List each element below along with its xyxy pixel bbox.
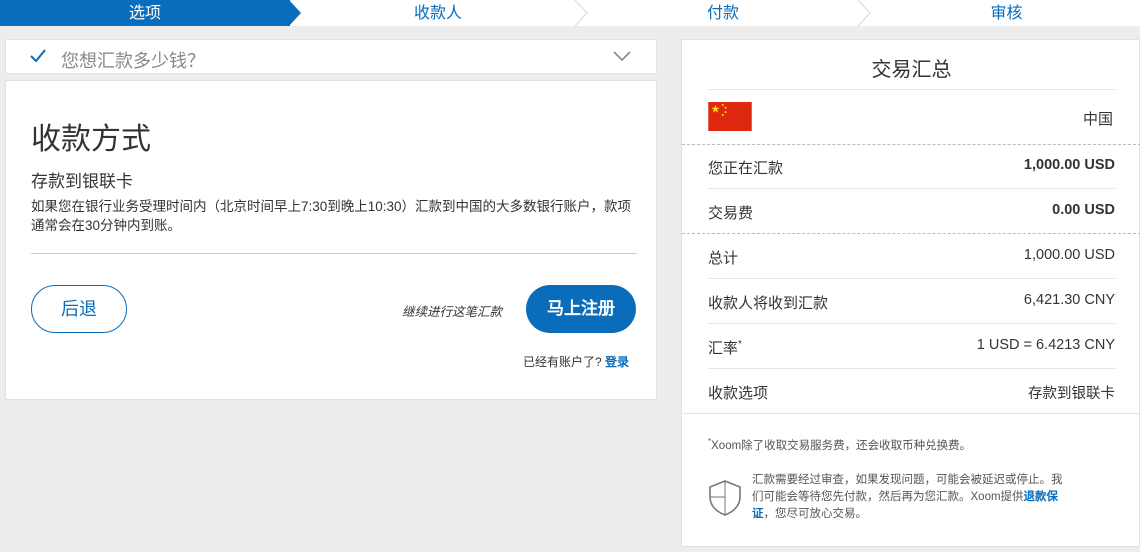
method-description: 如果您在银行业务受理时间内（北京时间早上7:30到晚上10:30）汇款到中国的大…	[31, 199, 632, 233]
has-account-text: 已经有账户了?	[523, 355, 602, 369]
continue-text: 继续进行这笔汇款	[402, 305, 503, 319]
summary-row-total: 总计 1,000.00 USD	[708, 247, 1115, 267]
checkmark-icon	[30, 49, 46, 63]
summary-row-option: 收款选项 存款到银联卡	[708, 385, 1115, 402]
method-name: 存款到银联卡	[31, 172, 133, 191]
step-arrow-icon	[857, 0, 871, 26]
step-review[interactable]: 审核	[873, 0, 1140, 26]
transaction-summary: 交易汇总 中国 您正在汇款 1,000.00 USD 交易费 0.00 USD …	[681, 39, 1140, 547]
back-button[interactable]: 后退	[31, 285, 127, 333]
login-prompt: 已经有账户了? 登录	[523, 353, 629, 370]
accordion-question: 您想汇款多少钱？	[61, 51, 205, 71]
login-link[interactable]: 登录	[605, 355, 629, 369]
refund-guarantee-text: 汇款需要经过审查，如果发现问题，可能会被延迟或停止。我们可能会等待您先付款，然后…	[752, 474, 1063, 520]
step-recipient[interactable]: 收款人	[303, 0, 573, 26]
step-payment[interactable]: 付款	[590, 0, 856, 26]
fee-footnote: *Xoom除了收取交易服务费，还会收取币种兑换费。	[708, 437, 972, 452]
china-flag-icon	[708, 102, 752, 131]
page-title: 收款方式	[31, 123, 151, 156]
progress-steps: 选项 收款人 付款 审核	[0, 0, 1140, 26]
summary-row-fee: 交易费 0.00 USD	[708, 202, 1115, 222]
step-arrow-icon	[289, 0, 301, 26]
register-button[interactable]: 马上注册	[526, 285, 636, 333]
divider	[31, 253, 637, 254]
receive-method-card: 收款方式 存款到银联卡 如果您在银行业务受理时间内（北京时间早上7:30到晚上1…	[5, 80, 657, 400]
summary-row-received: 收款人将收到汇款 6,421.30 CNY	[708, 292, 1115, 312]
step-arrow-icon	[574, 0, 588, 26]
country-name: 中国	[1082, 111, 1113, 128]
amount-accordion[interactable]: 您想汇款多少钱？	[5, 39, 657, 74]
summary-row-sending: 您正在汇款 1,000.00 USD	[708, 157, 1115, 177]
divider	[708, 89, 1115, 90]
chevron-down-icon[interactable]	[613, 51, 631, 62]
divider	[682, 413, 1140, 414]
shield-icon	[709, 480, 741, 516]
step-options[interactable]: 选项	[0, 0, 290, 26]
summary-row-rate: 汇率* 1 USD = 6.4213 CNY	[708, 337, 1115, 357]
summary-title: 交易汇总	[871, 59, 952, 81]
